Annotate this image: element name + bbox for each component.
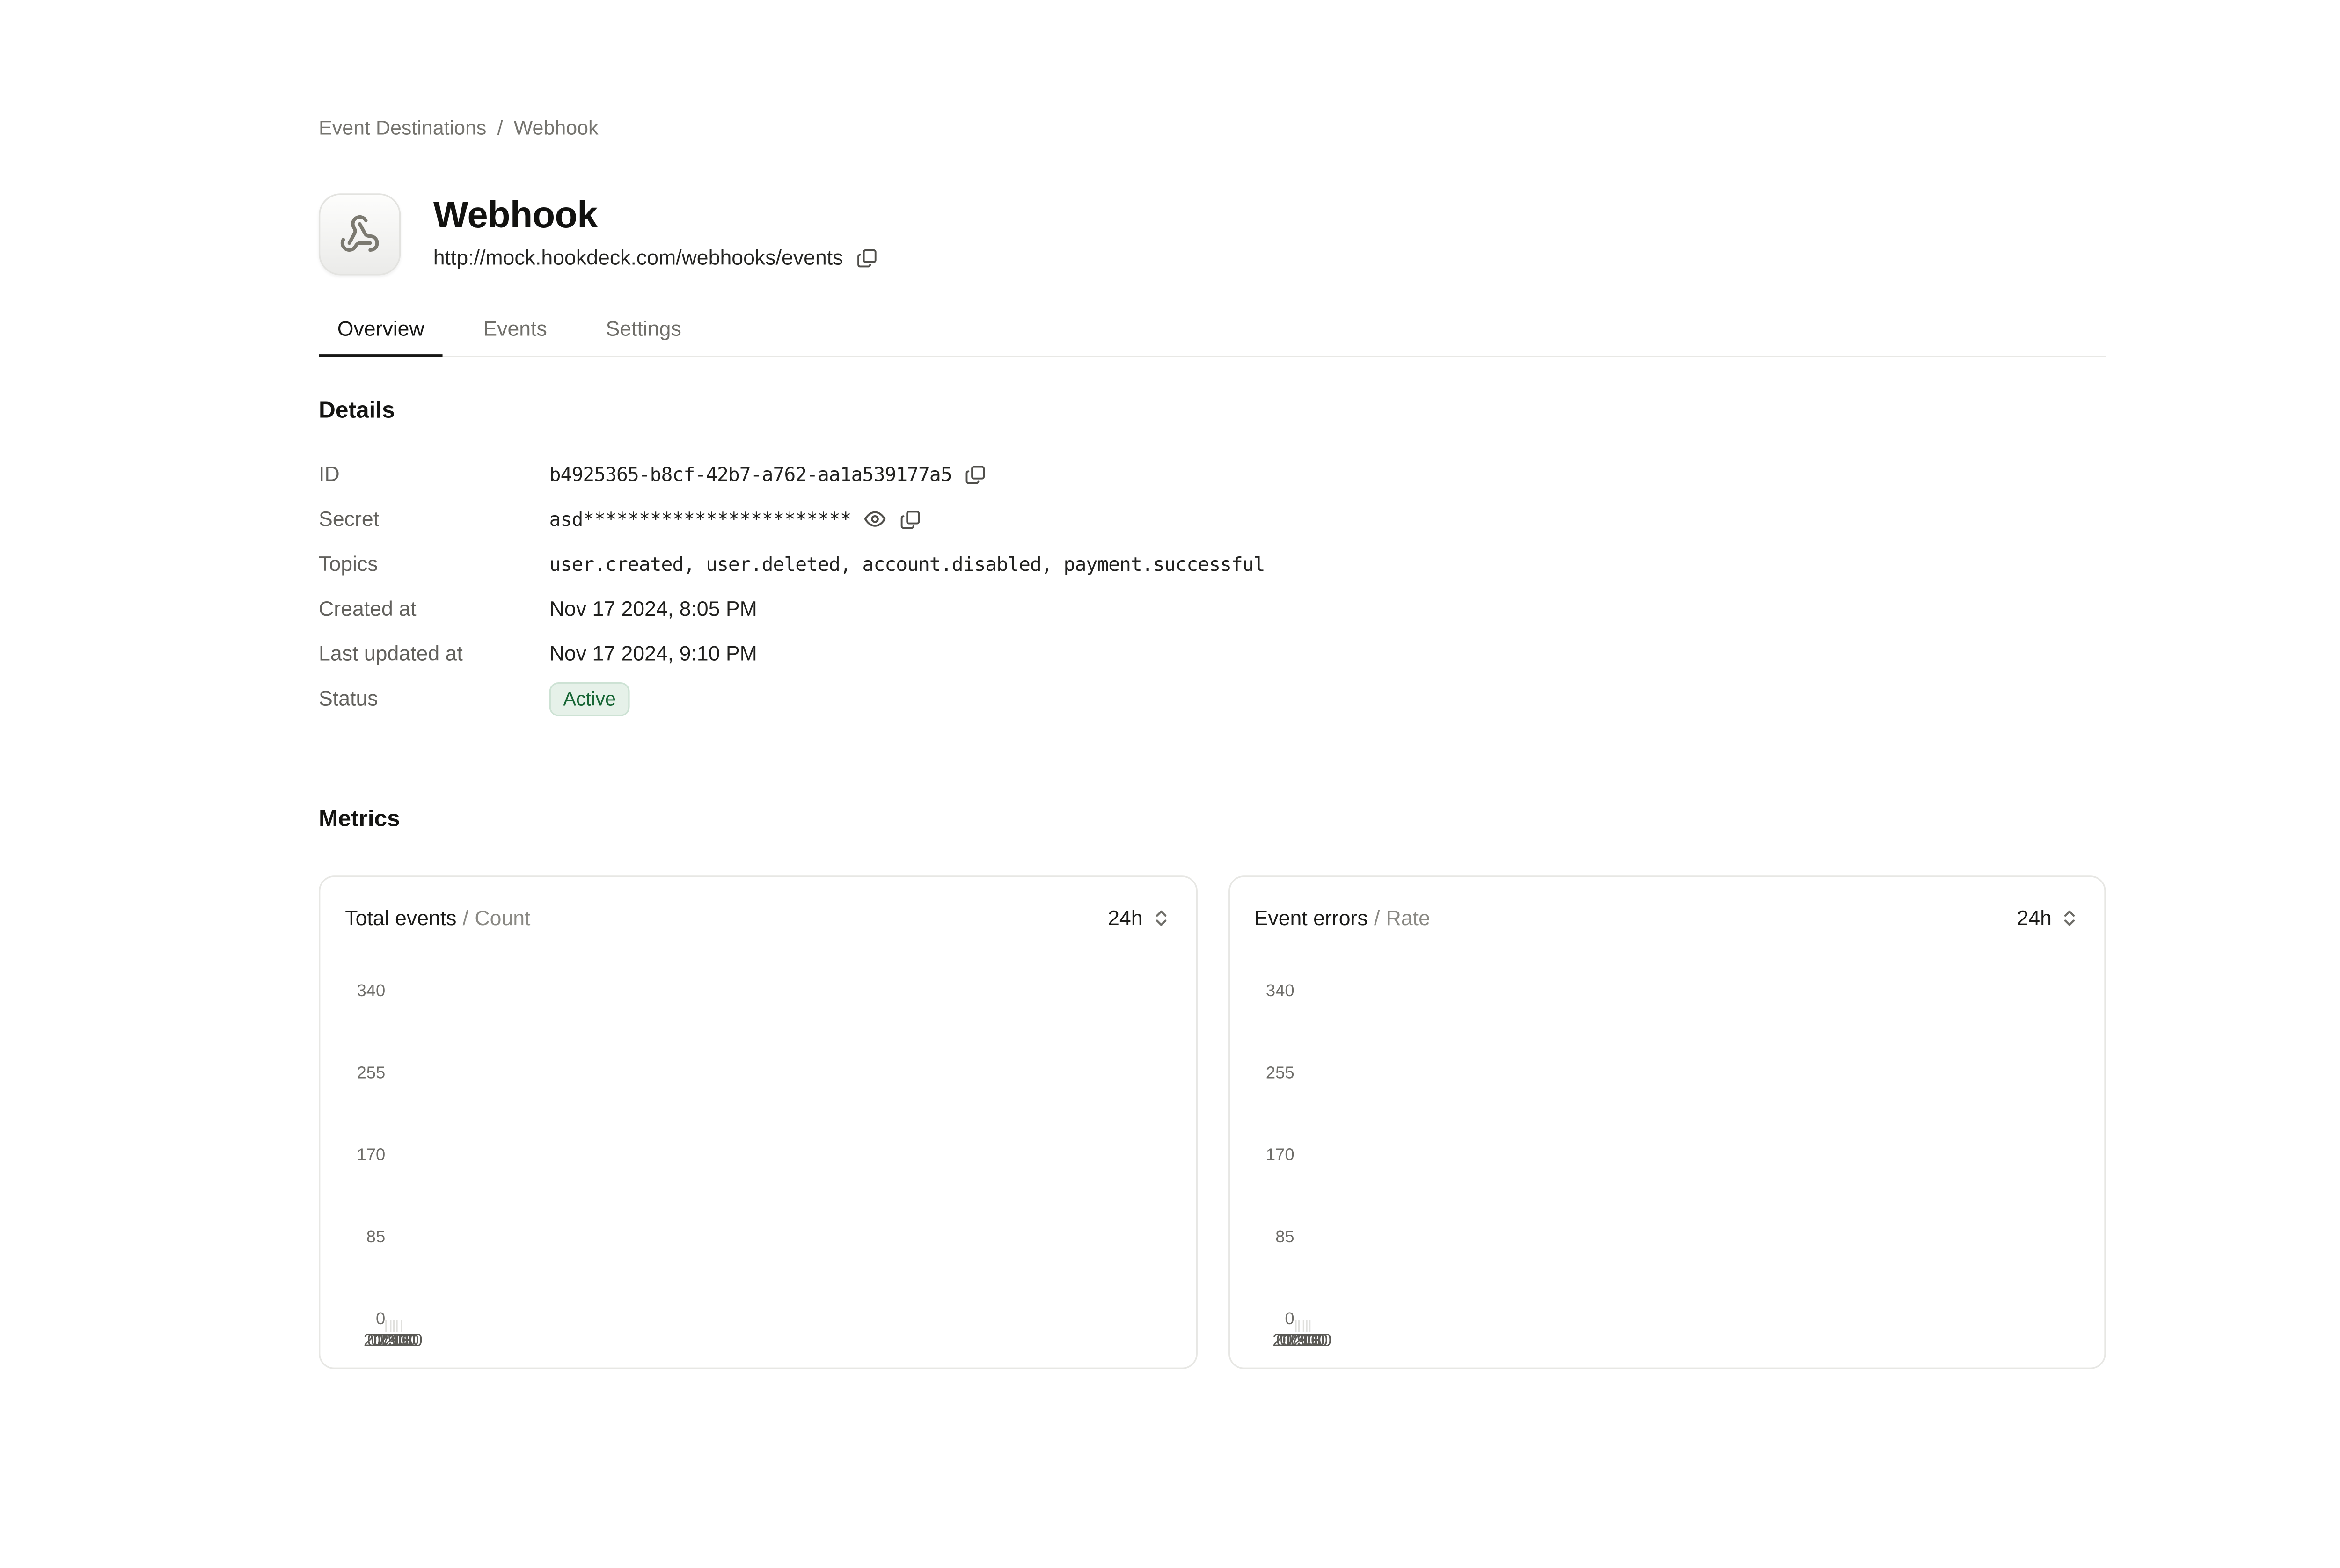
y-tick-label: 0 <box>1285 1310 1294 1329</box>
x-tick <box>389 1320 391 1332</box>
y-tick-label: 255 <box>357 1065 386 1083</box>
chart-title-metric: Rate <box>1386 906 1430 930</box>
y-axis: 340255170850 <box>1254 992 1294 1320</box>
chart-card-event-errors: Event errors/Rate 24h 340 255 170 85 0 <box>1228 875 2106 1369</box>
page-header: Webhook http://mock.hookdeck.com/webhook… <box>319 193 2106 275</box>
x-tick <box>1306 1320 1307 1332</box>
range-select[interactable]: 24h <box>1108 906 1170 930</box>
y-tick-label: 0 <box>376 1310 385 1329</box>
x-tick-label: 19:30 <box>1287 1332 1331 1351</box>
detail-label: Last updated at <box>319 642 549 665</box>
metrics-section: Metrics Total events / Count 24h <box>319 806 2106 1369</box>
x-tick <box>397 1320 398 1332</box>
x-tick <box>393 1320 395 1332</box>
detail-row-last-updated-at: Last updated at Nov 17 2024, 9:10 PM <box>319 631 2106 676</box>
chart-title: Event errors/Rate <box>1254 906 1430 930</box>
x-tick <box>400 1320 402 1332</box>
y-tick-label: 340 <box>357 982 386 1001</box>
tab-events[interactable]: Events <box>465 317 566 356</box>
copy-icon <box>899 508 921 530</box>
detail-label: Status <box>319 687 549 710</box>
breadcrumb-separator: / <box>497 116 503 139</box>
detail-row-secret: Secret asd************************ <box>319 496 2106 541</box>
webhook-icon-tile <box>319 193 401 275</box>
line-chart: 340255170850 20:3002:0007:0012:3019:30 <box>1254 992 2083 1357</box>
x-tick <box>1298 1320 1300 1332</box>
detail-row-status: Status Active <box>319 676 2106 721</box>
copy-secret-button[interactable] <box>899 508 921 530</box>
x-tick <box>1309 1320 1311 1332</box>
chart-title-metric: Count <box>475 906 530 930</box>
x-tick <box>1302 1320 1303 1332</box>
breadcrumb: Event Destinations / Webhook <box>319 116 2106 139</box>
x-tick <box>1295 1320 1296 1332</box>
chevrons-up-down-icon <box>1150 908 1170 928</box>
breadcrumb-item-event-destinations[interactable]: Event Destinations <box>319 116 486 139</box>
webhook-icon <box>339 213 380 255</box>
range-value: 24h <box>2017 906 2051 930</box>
y-tick-label: 255 <box>1266 1065 1294 1083</box>
y-tick-label: 85 <box>1275 1228 1294 1247</box>
chart-title: Total events / Count <box>345 906 530 930</box>
copy-icon <box>964 463 986 485</box>
range-value: 24h <box>1108 906 1142 930</box>
y-tick-label: 340 <box>1266 982 1294 1001</box>
chart-title-separator: / <box>1374 906 1380 930</box>
chevrons-up-down-icon <box>2059 908 2079 928</box>
details-section: Details ID b4925365-b8cf-42b7-a762-aa1a5… <box>319 398 2106 721</box>
detail-value-id: b4925365-b8cf-42b7-a762-aa1a539177a5 <box>549 463 952 486</box>
chart-title-main: Total events <box>345 906 456 930</box>
webhook-url: http://mock.hookdeck.com/webhooks/events <box>433 246 843 270</box>
page-title: Webhook <box>433 195 877 239</box>
copy-icon <box>856 247 877 268</box>
y-tick-label: 170 <box>1266 1146 1294 1165</box>
detail-label: Secret <box>319 507 549 531</box>
bar-chart: 340255170850 20:3002:0007:0012:3019:30 <box>345 992 1173 1357</box>
x-axis: 20:3002:0007:0012:3019:30 <box>385 1320 401 1357</box>
y-tick-label: 85 <box>366 1228 386 1247</box>
chart-card-total-events: Total events / Count 24h 340 255 170 85 0 <box>319 875 1197 1369</box>
copy-id-button[interactable] <box>964 463 986 485</box>
chart-title-separator: / <box>463 906 468 930</box>
metrics-heading: Metrics <box>319 806 2106 832</box>
status-badge: Active <box>549 681 630 715</box>
x-axis: 20:3002:0007:0012:3019:30 <box>1294 1320 1310 1357</box>
range-select[interactable]: 24h <box>2017 906 2079 930</box>
y-axis: 340255170850 <box>345 992 385 1320</box>
breadcrumb-item-webhook[interactable]: Webhook <box>514 116 599 139</box>
detail-row-created-at: Created at Nov 17 2024, 8:05 PM <box>319 586 2106 631</box>
detail-label: Created at <box>319 597 549 620</box>
tab-settings[interactable]: Settings <box>587 317 700 356</box>
x-tick-label: 19:30 <box>378 1332 423 1351</box>
detail-value-created-at: Nov 17 2024, 8:05 PM <box>549 597 757 620</box>
detail-value-topics: user.created, user.deleted, account.disa… <box>549 552 1265 576</box>
detail-value-secret: asd************************ <box>549 507 851 531</box>
page: Event Destinations / Webhook Webhook htt… <box>0 0 2340 1567</box>
reveal-secret-button[interactable] <box>863 507 887 531</box>
copy-url-button[interactable] <box>856 247 877 268</box>
details-heading: Details <box>319 398 2106 424</box>
y-tick-label: 170 <box>357 1146 386 1165</box>
tab-bar: Overview Events Settings <box>319 317 2106 357</box>
detail-row-topics: Topics user.created, user.deleted, accou… <box>319 541 2106 586</box>
chart-title-main: Event errors <box>1254 906 1368 930</box>
detail-row-id: ID b4925365-b8cf-42b7-a762-aa1a539177a5 <box>319 452 2106 496</box>
detail-label: ID <box>319 463 549 486</box>
detail-value-last-updated-at: Nov 17 2024, 9:10 PM <box>549 642 757 665</box>
tab-overview[interactable]: Overview <box>319 317 443 356</box>
eye-icon <box>863 507 887 531</box>
x-tick <box>386 1320 387 1332</box>
detail-label: Topics <box>319 552 549 576</box>
